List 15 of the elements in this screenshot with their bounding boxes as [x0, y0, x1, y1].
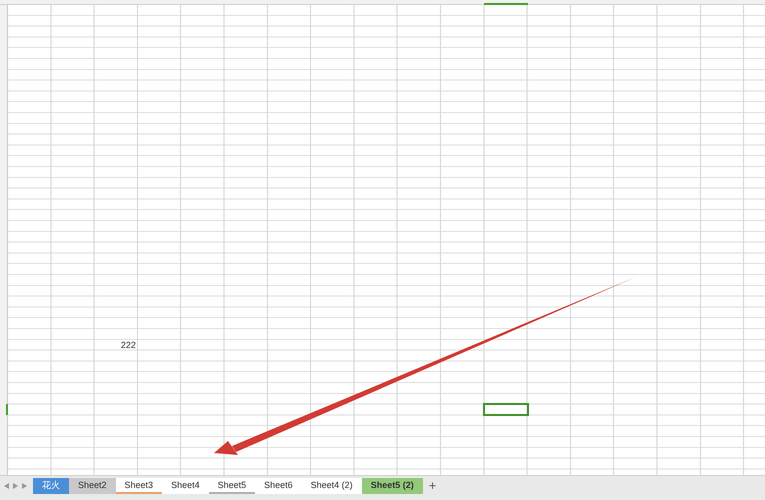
sheet-tab[interactable]: Sheet5: [208, 478, 256, 494]
sheet-tab[interactable]: Sheet3: [116, 478, 162, 494]
selected-cell[interactable]: [483, 403, 529, 416]
sheet-tab[interactable]: Sheet5 (2): [362, 478, 423, 494]
previous-sheet-icon[interactable]: [4, 483, 9, 490]
next-sheet-icon[interactable]: [13, 483, 18, 490]
sheet-tab[interactable]: Sheet4: [162, 478, 209, 494]
last-sheet-icon[interactable]: [22, 483, 27, 490]
active-column-marker: [484, 3, 528, 5]
cell-value: 222: [120, 340, 137, 350]
sheet-tab[interactable]: Sheet6: [255, 478, 302, 494]
sheet-tab[interactable]: Sheet2: [69, 478, 116, 494]
active-row-marker: [6, 404, 8, 416]
add-sheet-button[interactable]: +: [422, 478, 442, 494]
sheet-tab[interactable]: Sheet4 (2): [302, 478, 362, 494]
